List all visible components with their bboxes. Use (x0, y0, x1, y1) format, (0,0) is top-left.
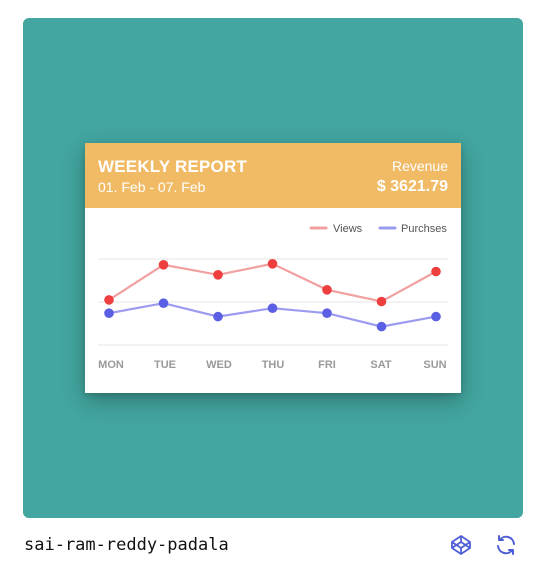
card-header: WEEKLY REPORT 01. Feb - 07. Feb Revenue … (85, 143, 461, 208)
data-point-purchases[interactable] (104, 308, 114, 318)
revenue-label: Revenue (391, 158, 448, 174)
x-tick-label: THU (262, 359, 285, 371)
data-point-views[interactable] (376, 296, 387, 307)
data-point-purchases[interactable] (322, 308, 332, 318)
series-layer (104, 259, 441, 332)
x-tick-label: WED (206, 359, 232, 371)
report-title: WEEKLY REPORT (98, 157, 248, 176)
data-point-views[interactable] (213, 270, 223, 280)
data-point-purchases[interactable] (431, 311, 441, 322)
data-point-views[interactable] (267, 259, 278, 269)
x-tick-label: SAT (370, 359, 391, 371)
refresh-icon[interactable] (494, 533, 518, 557)
x-axis-ticks: MON TUE WED THU FRI SAT SUN (98, 359, 446, 371)
data-point-purchases[interactable] (376, 321, 387, 332)
data-point-views[interactable] (158, 260, 169, 270)
data-point-purchases[interactable] (213, 311, 223, 322)
author-username[interactable]: sai-ram-reddy-padala (24, 535, 229, 555)
x-tick-label: SUN (423, 359, 446, 371)
data-point-purchases[interactable] (158, 298, 169, 308)
revenue-value: $ 3621.79 (376, 178, 448, 195)
codepen-icon[interactable] (449, 533, 473, 557)
data-point-views[interactable] (104, 295, 114, 305)
x-tick-label: TUE (154, 359, 176, 371)
legend-label-views: Views (333, 223, 363, 235)
weekly-chart: Views Purchses MON TUE WED THU FRI SAT SUN (98, 223, 448, 371)
weekly-report-card: WEEKLY REPORT 01. Feb - 07. Feb Revenue … (85, 143, 461, 393)
data-point-purchases[interactable] (267, 303, 278, 313)
preview-frame: WEEKLY REPORT 01. Feb - 07. Feb Revenue … (23, 18, 523, 518)
legend-label-purchases: Purchses (401, 223, 447, 235)
chart-legend: Views Purchses (309, 223, 447, 235)
data-point-views[interactable] (431, 266, 441, 277)
date-range: 01. Feb - 07. Feb (98, 179, 206, 195)
x-tick-label: MON (98, 359, 124, 371)
series-line-views (108, 262, 437, 303)
x-tick-label: FRI (318, 359, 336, 371)
data-point-views[interactable] (322, 285, 332, 295)
